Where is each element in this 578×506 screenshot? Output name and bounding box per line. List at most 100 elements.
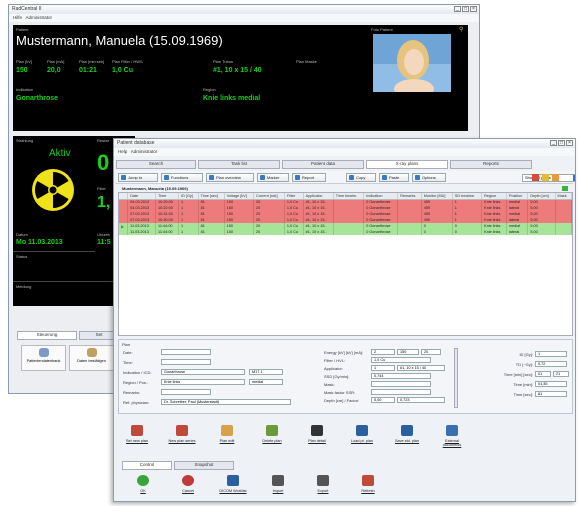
check-button[interactable]: OK [128, 472, 158, 501]
form-input[interactable]: 0,744 [371, 373, 431, 379]
field-value: 01:21 [79, 67, 97, 74]
form-input-extra[interactable]: medial [249, 379, 283, 385]
edit-button[interactable]: Plan edit [212, 422, 242, 452]
rest-value: 0 [97, 150, 110, 175]
import-button[interactable]: Import [263, 472, 293, 501]
form-input[interactable]: 21 [553, 371, 569, 377]
form-input[interactable] [161, 349, 211, 355]
table-row[interactable]: 11.03.2013 11:44:00 1 81 150 20 1,0 Cu #1, 10 x… [119, 229, 572, 235]
users-icon [38, 348, 49, 357]
marker-label: Marker [267, 175, 280, 180]
filter-label: Filter [97, 186, 106, 191]
tab-snapshot[interactable]: Snapshot [174, 461, 234, 470]
export-icon[interactable] [552, 174, 559, 181]
documents-button[interactable]: External documents [437, 422, 467, 452]
form-input[interactable]: 01,35 [535, 381, 567, 387]
date-label: Datum [16, 232, 28, 237]
zoom-icon[interactable]: ⚲ [459, 26, 463, 33]
plan-overview-button[interactable]: Plan overview [206, 173, 254, 182]
save-icon [401, 425, 413, 436]
table-cell: 0 Gonarthrose [363, 229, 399, 235]
patient-header: Mustermann, Manuela (15.09.1969) [122, 186, 188, 191]
form-input[interactable]: Gonarthrose [161, 369, 245, 375]
plan-series-button[interactable]: New plan series [167, 422, 197, 452]
form-input[interactable] [161, 359, 211, 365]
functions-button[interactable]: Functions [161, 173, 203, 182]
book-button[interactable]: Load pt. plan [347, 422, 377, 452]
save-button[interactable]: Save std. plan [392, 422, 422, 452]
plan-filter-select[interactable]: Show all plans▾ [522, 174, 575, 182]
field-label: Plan [mA] [47, 59, 65, 64]
front-menubar: Help Administrator [114, 148, 575, 156]
jump-to-button[interactable]: Jump to [118, 173, 158, 182]
action-label: Load pt. plan [351, 439, 373, 443]
tab-steuerung[interactable]: Steuerung [17, 331, 77, 340]
field-value: #1, 10 x 15 / 40 [213, 67, 262, 74]
form-input[interactable]: 150 [397, 349, 419, 355]
menu-admin[interactable]: Administrator [26, 15, 53, 20]
confirm-data-button[interactable]: Daten bestätigen [69, 345, 114, 371]
close-button[interactable]: × [470, 6, 477, 12]
form-input[interactable]: 1 [371, 365, 395, 371]
copy-button[interactable]: Copy [346, 173, 376, 182]
patient-db-button[interactable]: Patientendatenbank [21, 345, 66, 371]
minimize-button[interactable]: _ [550, 140, 557, 146]
date-value: Mo 11.03.2013 [16, 239, 63, 246]
menu-admin[interactable]: Administrator [131, 149, 158, 154]
action-label: Plan edit [219, 439, 235, 443]
refresh-button[interactable]: Refresh [353, 472, 383, 501]
menu-help[interactable]: Help [118, 149, 127, 154]
close-button[interactable]: × [566, 140, 573, 146]
form-input[interactable] [371, 381, 431, 387]
options-button[interactable]: Options [412, 173, 446, 182]
row-marker [119, 229, 129, 235]
eye-button[interactable]: Plan detail [302, 422, 332, 452]
form-input[interactable]: 2 [371, 349, 395, 355]
patient-name: Mustermann, Manuela (15.09.1969) [16, 33, 223, 48]
tab-search[interactable]: Search [116, 160, 196, 169]
maximize-button[interactable]: □ [558, 140, 565, 146]
paste-button[interactable]: Paste [379, 173, 409, 182]
plan-series-icon [176, 425, 188, 436]
tab-control[interactable]: Control [122, 461, 172, 470]
front-titlebar: Patient database _ □ × [114, 139, 575, 148]
form-scrollbar[interactable] [454, 348, 458, 408]
form-input[interactable]: 20 [421, 349, 441, 355]
worklist-button[interactable]: DICOM Worklist [218, 472, 248, 501]
form-input[interactable] [371, 389, 431, 395]
maximize-button[interactable]: □ [462, 6, 469, 12]
form-input[interactable]: Dr. Schreiber, Paul (Musterstadt) [161, 399, 291, 405]
form-input[interactable]: 5,00 [371, 397, 395, 403]
report-button[interactable]: Report [292, 173, 326, 182]
table-cell: 1,0 Cu [284, 229, 304, 235]
form-input-extra[interactable]: M17.1 [249, 369, 283, 375]
form-input[interactable]: 1,0 Cu [371, 357, 431, 363]
export-button[interactable]: Export [308, 472, 338, 501]
form-input[interactable]: #1, 10 x 15 / 40 [397, 365, 445, 371]
menu-help[interactable]: Hilfe [13, 15, 22, 20]
delete-button[interactable]: Delete plan [257, 422, 287, 452]
minimize-button[interactable]: _ [454, 6, 461, 12]
settings-icon[interactable] [532, 174, 539, 181]
form-label: Date: [123, 350, 133, 355]
form-input[interactable]: 81 [535, 391, 567, 397]
new-plan-button[interactable]: Set new plan [122, 422, 152, 452]
tab-xray-plans[interactable]: X-ray plans [366, 160, 448, 169]
plans-table: Date Time ID [Gy] Time [sec] Voltage [kV] Cur… [119, 193, 572, 235]
copy-label: Copy [356, 175, 366, 180]
form-input[interactable]: Knie links [161, 379, 245, 385]
form-input[interactable]: 01 [535, 371, 551, 377]
tab-reports[interactable]: Reports [450, 160, 532, 169]
form-input[interactable] [161, 389, 211, 395]
form-input[interactable]: 0,72 [535, 361, 567, 367]
marker-button[interactable]: Marker [257, 173, 289, 182]
form-input[interactable]: 1 [535, 351, 567, 357]
tab-patient-data[interactable]: Patient data [282, 160, 364, 169]
cancel-button[interactable]: Cancel [173, 472, 203, 501]
options-icon [415, 175, 420, 180]
plans-table-area: Date Time ID [Gy] Time [sec] Voltage [kV] Cur… [118, 192, 573, 336]
form-input[interactable]: 0,723 [397, 397, 445, 403]
tab-task-list[interactable]: Task list [198, 160, 280, 169]
star-icon[interactable] [542, 174, 549, 181]
action-label: External documents [442, 439, 462, 447]
